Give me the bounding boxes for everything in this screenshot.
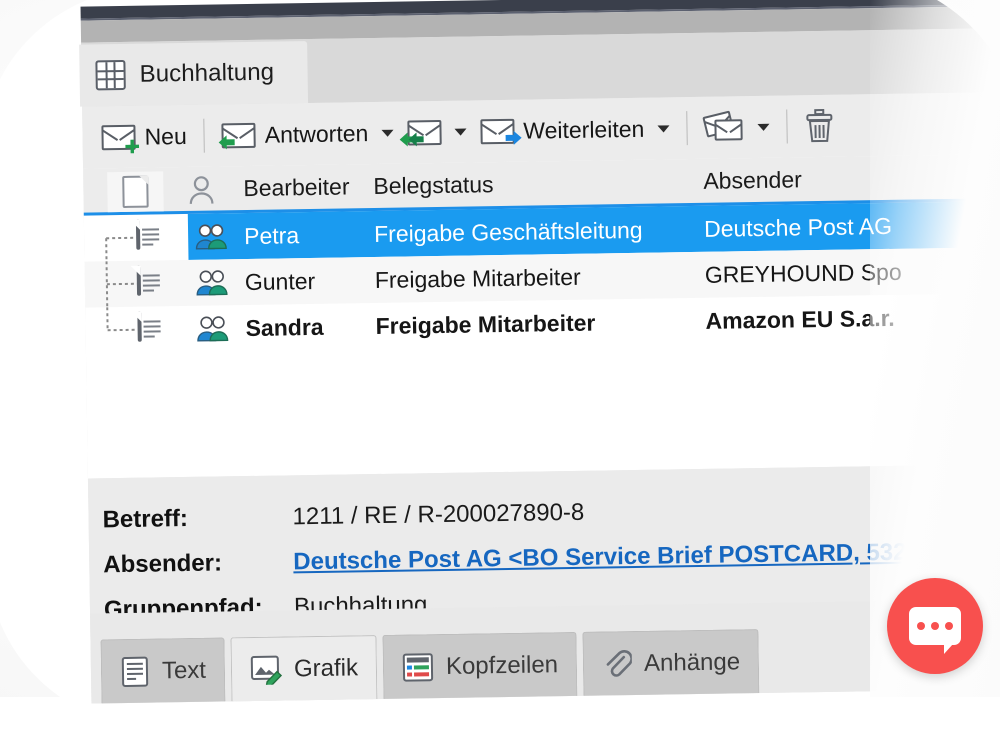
document-icon (137, 313, 169, 345)
reply-mail-icon (222, 122, 256, 148)
tab-text-label: Text (162, 656, 206, 685)
detail-sender-row: Absender: Deutsche Post AG <BO Service B… (103, 538, 957, 579)
reply-all-mail-icon (407, 119, 441, 145)
toolbar-separator (204, 119, 206, 153)
application-window: Buchhaltung Neu Antworten (0, 0, 1000, 730)
chevron-down-icon[interactable] (454, 128, 466, 135)
row-bearbeiter: Gunter (245, 267, 316, 295)
chevron-down-icon[interactable] (381, 129, 393, 136)
new-button-label: Neu (144, 122, 187, 150)
tab-buchhaltung[interactable]: Buchhaltung (79, 41, 308, 107)
group-icon (194, 223, 228, 251)
row-belegstatus: Freigabe Mitarbeiter (375, 309, 595, 339)
detail-subject-row: Betreff: 1211 / RE / R-200027890-8 (102, 499, 584, 535)
detail-sender-link[interactable]: Deutsche Post AG <BO Service Brief POSTC… (293, 538, 957, 576)
detail-subject-value: 1211 / RE / R-200027890-8 (292, 499, 584, 532)
headers-icon (402, 652, 434, 682)
chat-widget-button[interactable] (887, 578, 983, 674)
column-header-bearbeiter[interactable]: Bearbeiter (243, 173, 350, 202)
tab-anhaenge[interactable]: Anhänge (583, 629, 760, 696)
reply-all-button[interactable] (400, 113, 474, 151)
toolbar-separator (686, 111, 688, 145)
grid-icon (95, 60, 125, 90)
forward-mail-icon (480, 118, 514, 144)
tab-grafik[interactable]: Grafik (230, 635, 377, 701)
row-bearbeiter: Sandra (245, 313, 323, 341)
text-lines-icon (120, 655, 150, 687)
message-list: Bearbeiter Belegstatus Absender (83, 154, 1000, 478)
mail-stack-button[interactable] (697, 107, 777, 148)
reply-button[interactable]: Antworten (214, 113, 400, 155)
new-button[interactable]: Neu (94, 116, 194, 157)
detail-sender-label: Absender: (103, 548, 293, 579)
column-header-absender[interactable]: Absender (703, 166, 802, 195)
tab-grafik-label: Grafik (294, 654, 358, 683)
chevron-down-icon[interactable] (757, 123, 769, 130)
group-icon (195, 315, 229, 343)
document-icon (122, 176, 148, 208)
tab-text[interactable]: Text (100, 637, 225, 703)
paperclip-icon (602, 648, 632, 680)
toolbar-separator (786, 110, 788, 144)
tab-kopfzeilen[interactable]: Kopfzeilen (382, 632, 577, 699)
image-edit-icon (250, 654, 282, 684)
chevron-down-icon[interactable] (657, 125, 669, 132)
row-absender: GREYHOUND Spo (705, 258, 902, 288)
mail-stack-icon (704, 113, 744, 142)
row-bearbeiter: Petra (244, 222, 299, 250)
column-header-belegstatus[interactable]: Belegstatus (373, 171, 494, 200)
new-mail-icon (101, 124, 135, 150)
row-belegstatus: Freigabe Mitarbeiter (375, 263, 581, 293)
group-icon (195, 269, 229, 297)
row-absender: Deutsche Post AG (704, 212, 892, 242)
tab-buchhaltung-label: Buchhaltung (139, 59, 274, 89)
reply-button-label: Antworten (265, 120, 369, 149)
delete-button[interactable] (797, 103, 842, 150)
forward-button[interactable]: Weiterleiten (473, 109, 677, 151)
column-header-document[interactable] (107, 171, 164, 212)
trash-icon (804, 109, 835, 143)
document-icon (136, 221, 168, 253)
tab-kopfzeilen-label: Kopfzeilen (446, 651, 559, 681)
chat-bubble-icon (909, 607, 961, 645)
bottom-tab-strip: Text Grafik Kopfzei (90, 599, 1000, 703)
app-panel: Buchhaltung Neu Antworten (81, 28, 1000, 703)
tab-anhaenge-label: Anhänge (644, 648, 741, 678)
row-absender: Amazon EU S.a.r. (705, 304, 895, 334)
forward-button-label: Weiterleiten (523, 115, 644, 144)
person-icon (187, 175, 215, 205)
row-belegstatus: Freigabe Geschäftsleitung (374, 216, 643, 247)
document-icon (137, 267, 169, 299)
detail-subject-label: Betreff: (102, 503, 292, 534)
